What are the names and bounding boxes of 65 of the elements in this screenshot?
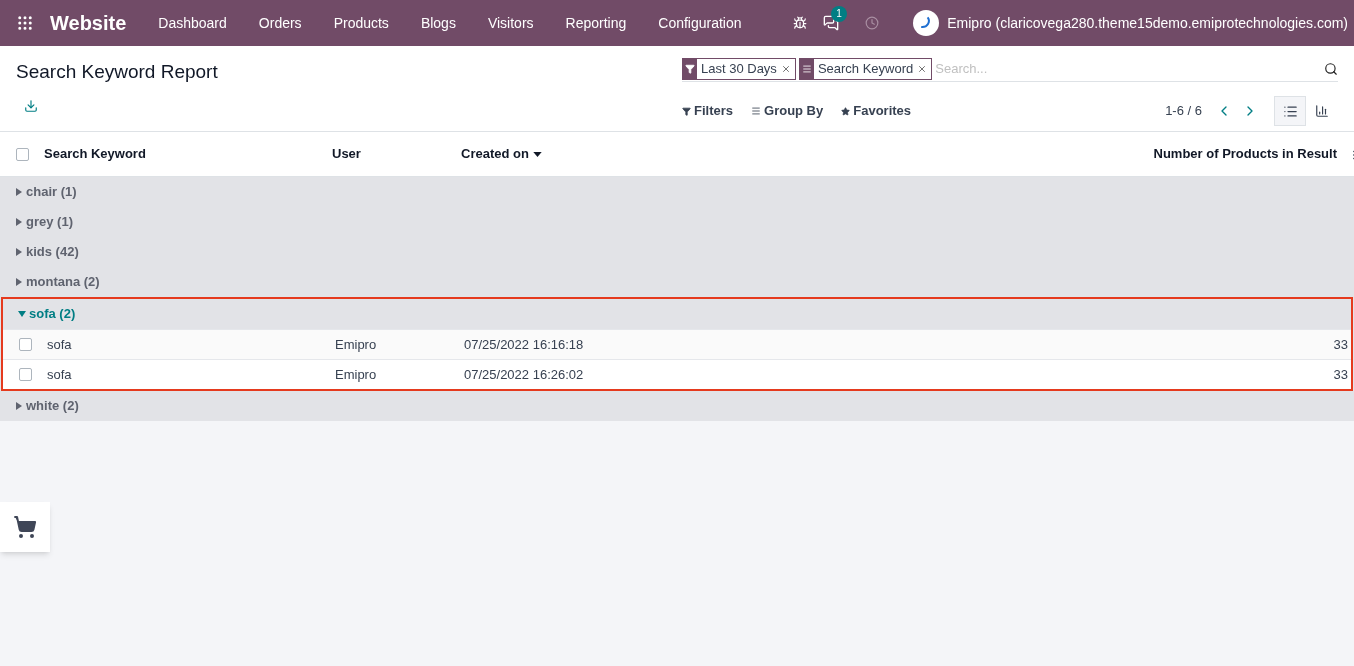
- column-header[interactable]: Number of Products in Result: [1153, 144, 1337, 164]
- list-icon: [1282, 103, 1298, 119]
- caret-icon: [16, 218, 22, 226]
- filter-icon: [685, 63, 695, 74]
- cart-button[interactable]: [0, 502, 50, 552]
- caret-icon: [16, 402, 22, 410]
- table-cell-text: Emipro: [335, 335, 378, 354]
- table-cell-text: 33: [1332, 335, 1348, 354]
- notification-badge: 1: [831, 6, 847, 22]
- search-icon[interactable]: [1324, 61, 1338, 76]
- group-row[interactable]: kids (42): [0, 237, 1354, 267]
- table-cell-text: Emipro: [335, 365, 378, 384]
- table-cell-text: 07/25/2022 16:16:18: [464, 335, 585, 354]
- caret-icon: [16, 278, 22, 286]
- group-row[interactable]: white (2): [0, 391, 1354, 421]
- cart-icon: [13, 515, 37, 539]
- dropdown-toggle[interactable]: Group By: [751, 101, 824, 121]
- list-view-button[interactable]: [1274, 96, 1306, 126]
- bug-icon[interactable]: [793, 16, 808, 30]
- menu-item[interactable]: Reporting: [549, 12, 643, 34]
- user-avatar[interactable]: [913, 10, 940, 36]
- column-header[interactable]: Created on: [461, 144, 1154, 164]
- caret-icon: [16, 248, 22, 256]
- filter-icon: [682, 106, 691, 116]
- checkbox[interactable]: [19, 368, 32, 381]
- clock-icon[interactable]: [865, 16, 880, 30]
- checkbox[interactable]: [16, 147, 29, 161]
- menu-item[interactable]: Orders: [242, 12, 318, 34]
- app-title[interactable]: Website: [50, 8, 127, 38]
- chat-icon[interactable]: [823, 15, 840, 31]
- pager-value[interactable]: 1-6 / 6: [1165, 101, 1202, 121]
- search-facet[interactable]: Search Keyword: [798, 57, 933, 80]
- page-title: Search Keyword Report: [16, 60, 219, 84]
- table-cell-text: 07/25/2022 16:26:02: [464, 365, 585, 384]
- table-cell-text: 33: [1332, 365, 1348, 384]
- table-cell-text: sofa: [47, 335, 73, 354]
- user-name[interactable]: Emipro (claricovega280.theme15demo.emiprotechnologies.com): [947, 12, 1348, 34]
- caret-icon: [16, 188, 22, 196]
- remove-icon[interactable]: [780, 63, 791, 74]
- bar-chart-icon: [1315, 104, 1329, 118]
- lines-icon: [751, 106, 761, 116]
- search-facet[interactable]: Last 30 Days: [682, 57, 796, 80]
- sort-caret-icon: [532, 151, 542, 157]
- download-icon[interactable]: [24, 98, 38, 113]
- menu-item[interactable]: Products: [317, 12, 405, 34]
- star-icon: [841, 106, 851, 116]
- search-field[interactable]: Search...: [935, 58, 1324, 79]
- menu-item[interactable]: Blogs: [404, 12, 472, 34]
- dropdown-toggle[interactable]: Favorites: [841, 101, 912, 121]
- menu-item[interactable]: Visitors: [471, 12, 550, 34]
- menu-item[interactable]: Configuration: [642, 12, 758, 34]
- group-by-icon: [801, 63, 812, 74]
- group-row[interactable]: chair (1): [0, 177, 1354, 207]
- menu-item[interactable]: Dashboard: [142, 12, 243, 34]
- remove-icon[interactable]: [917, 63, 928, 74]
- column-header[interactable]: User: [332, 144, 461, 164]
- group-row[interactable]: montana (2): [0, 267, 1354, 297]
- group-row[interactable]: sofa (2): [3, 299, 1351, 329]
- group-row[interactable]: grey (1): [0, 207, 1354, 237]
- checkbox[interactable]: [19, 338, 32, 351]
- caret-icon: [18, 311, 26, 317]
- dropdown-toggle[interactable]: Filters: [682, 101, 733, 121]
- column-header[interactable]: Search Keyword: [44, 144, 332, 164]
- table-cell-text: sofa: [47, 365, 73, 384]
- apps-menu-icon[interactable]: [16, 14, 34, 32]
